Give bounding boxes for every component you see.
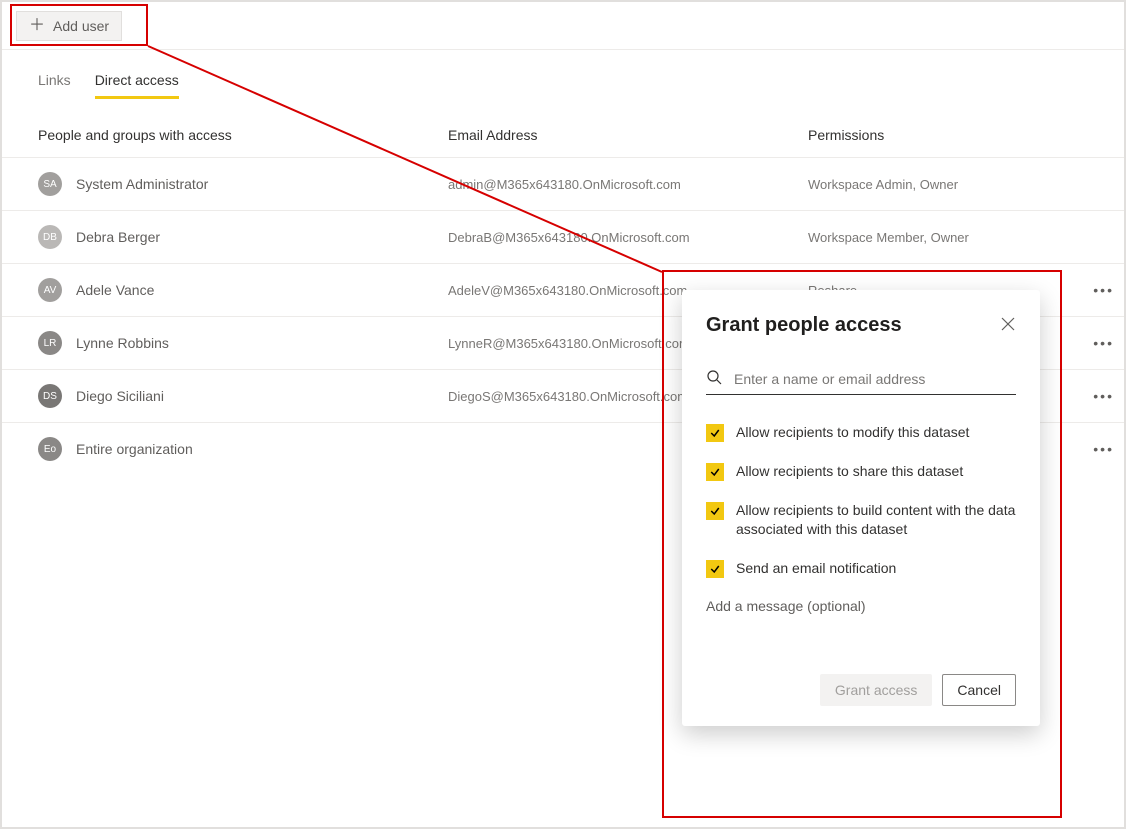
- person-name: System Administrator: [76, 176, 208, 192]
- table-header: People and groups with access Email Addr…: [2, 99, 1124, 157]
- person-permissions: Workspace Admin, Owner: [808, 177, 1088, 192]
- tab-direct-access[interactable]: Direct access: [95, 72, 179, 99]
- checkbox-label: Send an email notification: [736, 559, 896, 578]
- message-input[interactable]: Add a message (optional): [706, 598, 1016, 614]
- grant-access-button[interactable]: Grant access: [820, 674, 932, 706]
- checkbox-row: Send an email notification: [706, 559, 1016, 578]
- dialog-footer: Grant access Cancel: [706, 674, 1016, 706]
- checkbox[interactable]: [706, 463, 724, 481]
- add-user-button[interactable]: ＋ Add user: [16, 11, 122, 41]
- checkbox-label: Allow recipients to modify this dataset: [736, 423, 969, 442]
- avatar: Eo: [38, 437, 62, 461]
- search-icon: [706, 369, 722, 388]
- avatar: AV: [38, 278, 62, 302]
- dialog-title: Grant people access: [706, 314, 902, 337]
- person-name: Debra Berger: [76, 229, 160, 245]
- person-name: Diego Siciliani: [76, 388, 164, 404]
- search-input[interactable]: [732, 370, 1016, 388]
- avatar: DB: [38, 225, 62, 249]
- cancel-button[interactable]: Cancel: [942, 674, 1016, 706]
- column-header-email: Email Address: [448, 127, 808, 143]
- checkbox-row: Allow recipients to build content with t…: [706, 501, 1016, 539]
- person-name: Adele Vance: [76, 282, 154, 298]
- person-permissions: Workspace Member, Owner: [808, 230, 1088, 245]
- table-row: SA System Administrator admin@M365x643180.…: [2, 157, 1124, 210]
- checkbox-label: Allow recipients to build content with t…: [736, 501, 1016, 539]
- more-options-icon[interactable]: •••: [1093, 282, 1114, 298]
- grant-access-dialog: Grant people access Allow recipients to …: [682, 290, 1040, 726]
- more-options-icon[interactable]: •••: [1093, 388, 1114, 404]
- person-name: Lynne Robbins: [76, 335, 169, 351]
- checkbox[interactable]: [706, 502, 724, 520]
- avatar: SA: [38, 172, 62, 196]
- tabs: Links Direct access: [2, 50, 1124, 99]
- app-frame: ＋ Add user Links Direct access People an…: [0, 0, 1126, 829]
- column-header-permissions: Permissions: [808, 127, 1088, 143]
- tab-links[interactable]: Links: [38, 72, 71, 99]
- person-name: Entire organization: [76, 441, 193, 457]
- search-row: [706, 365, 1016, 395]
- toolbar: ＋ Add user: [2, 2, 1124, 50]
- checkbox[interactable]: [706, 424, 724, 442]
- more-options-icon[interactable]: •••: [1093, 335, 1114, 351]
- dialog-header: Grant people access: [706, 314, 1016, 337]
- checkbox-row: Allow recipients to share this dataset: [706, 462, 1016, 481]
- checkbox-row: Allow recipients to modify this dataset: [706, 423, 1016, 442]
- checkbox[interactable]: [706, 560, 724, 578]
- column-header-people: People and groups with access: [38, 127, 448, 143]
- person-email: DebraB@M365x643180.OnMicrosoft.com: [448, 230, 808, 245]
- person-email: admin@M365x643180.OnMicrosoft.com: [448, 177, 808, 192]
- table-row: DB Debra Berger DebraB@M365x643180.OnMicro…: [2, 210, 1124, 263]
- avatar: DS: [38, 384, 62, 408]
- plus-icon: ＋: [29, 18, 45, 34]
- add-user-label: Add user: [53, 18, 109, 34]
- more-options-icon[interactable]: •••: [1093, 441, 1114, 457]
- checkbox-label: Allow recipients to share this dataset: [736, 462, 963, 481]
- close-icon[interactable]: [1000, 316, 1016, 335]
- avatar: LR: [38, 331, 62, 355]
